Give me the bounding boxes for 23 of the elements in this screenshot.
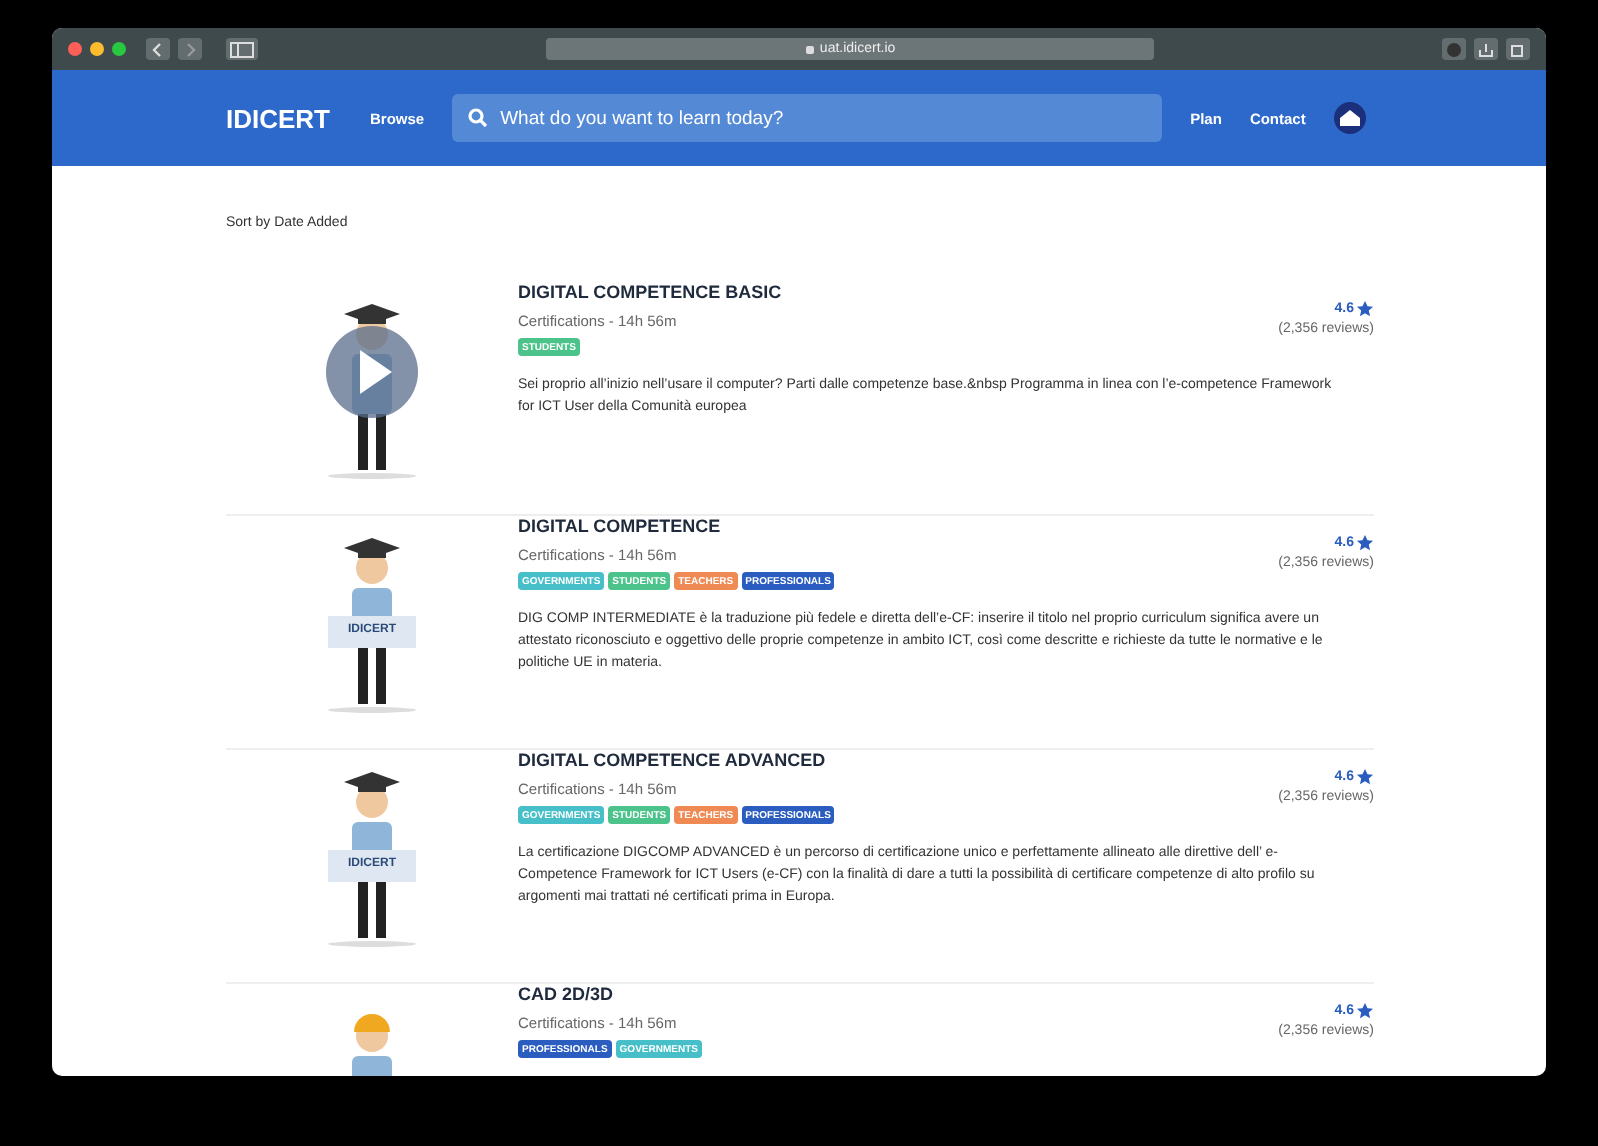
- share-button[interactable]: [1474, 38, 1499, 60]
- play-icon[interactable]: [326, 326, 418, 418]
- close-icon[interactable]: [68, 42, 82, 56]
- course-title[interactable]: DIGITAL COMPETENCE ADVANCED: [518, 750, 835, 770]
- zoom-icon[interactable]: [112, 42, 126, 56]
- chevron-right-icon: [181, 41, 198, 57]
- course-title[interactable]: DIGITAL COMPETENCE: [518, 516, 835, 536]
- sidebar-button[interactable]: [225, 38, 259, 60]
- course-title[interactable]: CAD 2D/3D: [518, 984, 702, 1004]
- search-field[interactable]: What do you want to learn today?: [452, 94, 1163, 142]
- back-button[interactable]: [146, 38, 170, 60]
- star-icon: [1356, 534, 1374, 552]
- star-icon: [1356, 1002, 1374, 1020]
- minimize-icon[interactable]: [90, 42, 104, 56]
- chevron-left-icon: [149, 41, 166, 57]
- star-icon: [1356, 768, 1374, 786]
- star-icon: [1356, 300, 1374, 318]
- course-title[interactable]: DIGITAL COMPETENCE BASIC: [518, 282, 782, 302]
- forward-button[interactable]: [177, 38, 202, 60]
- site-logo[interactable]: IDICERT: [226, 103, 330, 133]
- search-icon: [468, 108, 489, 128]
- tabs-button[interactable]: [1506, 38, 1531, 60]
- square-icon: [1510, 41, 1527, 57]
